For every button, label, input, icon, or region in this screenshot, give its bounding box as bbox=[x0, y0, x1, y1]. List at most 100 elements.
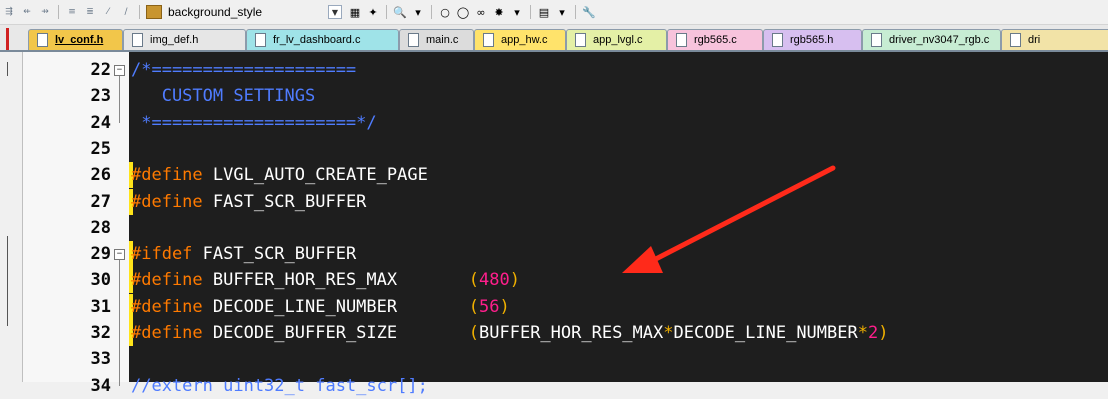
folder-icon bbox=[146, 5, 162, 19]
file-tab-bar: lv_conf.h img_def.h fr_lv_dashboard.c main.… bbox=[0, 25, 1108, 52]
code-token: ) bbox=[499, 296, 510, 317]
code-line[interactable]: /*==================== bbox=[131, 57, 356, 83]
tab-file[interactable]: img_def.h bbox=[123, 29, 246, 50]
code-token: *====================*/ bbox=[131, 112, 377, 133]
link-icon[interactable]: ∞ bbox=[472, 4, 490, 20]
line-number: 29 bbox=[90, 244, 111, 265]
code-line[interactable]: #define FAST_SCR_BUFFER bbox=[131, 189, 366, 215]
document-icon bbox=[575, 33, 586, 47]
code-line[interactable]: #define LVGL_AUTO_CREATE_PAGE bbox=[131, 162, 428, 188]
document-icon bbox=[132, 33, 143, 47]
toolbar-separator bbox=[139, 5, 140, 19]
chevron-down-icon[interactable]: ▾ bbox=[553, 4, 571, 20]
code-token: CUSTOM SETTINGS bbox=[131, 86, 316, 107]
toolbar-separator bbox=[530, 5, 531, 19]
line-number: 31 bbox=[90, 296, 111, 317]
line-number: 27 bbox=[90, 191, 111, 212]
code-line[interactable]: //extern uint32_t fast_scr[]; bbox=[131, 373, 428, 399]
code-line[interactable]: #define DECODE_BUFFER_SIZE (BUFFER_HOR_R… bbox=[131, 320, 888, 346]
list-alt-icon[interactable]: ≣ bbox=[84, 6, 96, 18]
code-token: DECODE_BUFFER_SIZE bbox=[202, 323, 469, 343]
code-token: LVGL_AUTO_CREATE_PAGE bbox=[202, 165, 428, 186]
code-token: 2 bbox=[867, 323, 879, 343]
line-number: 23 bbox=[90, 86, 111, 107]
outdent-icon[interactable]: ⇷ bbox=[21, 6, 33, 18]
tab-file[interactable]: rgb565.h bbox=[763, 29, 862, 50]
document-icon bbox=[1010, 33, 1021, 47]
chevron-down-icon[interactable]: ▾ bbox=[508, 4, 526, 20]
fold-guide bbox=[119, 260, 120, 386]
tab-file[interactable]: driver_nv3047_rgb.c bbox=[862, 29, 1001, 50]
code-area[interactable]: 22−/*==================== 23 CUSTOM SETTI… bbox=[22, 52, 1108, 396]
code-token: #define bbox=[131, 270, 203, 291]
wrench-icon[interactable]: 🔧 bbox=[580, 4, 598, 20]
tab-file[interactable]: main.c bbox=[399, 29, 474, 50]
debug-icon[interactable]: ✸ bbox=[490, 4, 508, 20]
tab-file[interactable]: app_hw.c bbox=[474, 29, 566, 50]
view-icon[interactable]: ▤ bbox=[535, 4, 553, 20]
document-icon bbox=[483, 33, 494, 47]
tab-label: app_hw.c bbox=[501, 34, 548, 46]
splitter[interactable] bbox=[0, 52, 12, 382]
list-icon[interactable]: ≡ bbox=[66, 6, 78, 18]
uncomment-icon[interactable]: ∕ bbox=[120, 6, 132, 18]
code-token: ( bbox=[468, 270, 480, 291]
code-token: BUFFER_HOR_RES_MAX bbox=[202, 270, 469, 291]
fold-toggle-icon[interactable]: − bbox=[114, 65, 125, 76]
code-token: 480 bbox=[479, 270, 510, 291]
code-token: ( bbox=[468, 323, 480, 343]
code-token: //extern uint32_t fast_scr[]; bbox=[131, 375, 428, 396]
document-icon bbox=[772, 33, 783, 47]
tool-icon[interactable]: ✦ bbox=[364, 4, 382, 20]
document-icon bbox=[871, 33, 882, 47]
chevron-down-icon[interactable]: ▼ bbox=[328, 5, 342, 19]
tab-file[interactable]: app_lvgl.c bbox=[566, 29, 667, 50]
line-number: 22 bbox=[90, 60, 111, 80]
code-token: FAST_SCR_BUFFER bbox=[192, 244, 357, 265]
tab-label: driver_nv3047_rgb.c bbox=[889, 34, 990, 46]
code-token: ) bbox=[878, 323, 889, 343]
document-icon bbox=[408, 33, 419, 47]
tab-label: rgb565.c bbox=[694, 34, 737, 46]
comment-icon[interactable]: ⁄ bbox=[102, 6, 114, 18]
code-token: #define bbox=[131, 191, 203, 212]
window-icon[interactable]: ▦ bbox=[346, 4, 364, 20]
code-line[interactable]: #define DECODE_LINE_NUMBER (56) bbox=[131, 294, 510, 320]
code-token: * bbox=[857, 323, 868, 343]
code-line[interactable]: #define BUFFER_HOR_RES_MAX (480) bbox=[131, 267, 520, 293]
tab-label: app_lvgl.c bbox=[593, 34, 643, 46]
code-line[interactable]: #ifdef FAST_SCR_BUFFER bbox=[131, 241, 356, 267]
indent-icon[interactable]: ⇶ bbox=[3, 6, 15, 18]
code-token: BUFFER_HOR_RES_MAX bbox=[479, 323, 664, 343]
line-number: 28 bbox=[90, 217, 111, 238]
code-token: DECODE_LINE_NUMBER bbox=[673, 323, 858, 343]
tab-file[interactable]: dri bbox=[1001, 29, 1108, 50]
style-combo[interactable]: background_style ▼ bbox=[146, 3, 346, 21]
code-token: /*==================== bbox=[131, 60, 357, 80]
code-token: ( bbox=[468, 296, 480, 317]
search-icon[interactable]: 🔍 bbox=[391, 4, 409, 20]
toolbar-separator bbox=[431, 5, 432, 19]
tab-label: main.c bbox=[426, 34, 459, 46]
indent-block-icon[interactable]: ⇸ bbox=[39, 6, 51, 18]
tab-label: lv_conf.h bbox=[55, 34, 104, 46]
code-line[interactable]: *====================*/ bbox=[131, 110, 377, 136]
code-token: #define bbox=[131, 296, 203, 317]
toolbar-separator bbox=[58, 5, 59, 19]
tab-label: fr_lv_dashboard.c bbox=[273, 34, 361, 46]
circle-icon[interactable]: ○ bbox=[436, 4, 454, 20]
tab-file[interactable]: lv_conf.h bbox=[28, 29, 123, 50]
chevron-down-icon[interactable]: ▾ bbox=[409, 4, 427, 20]
tab-file[interactable]: fr_lv_dashboard.c bbox=[246, 29, 399, 50]
fold-margin[interactable] bbox=[113, 52, 129, 382]
line-number: 32 bbox=[90, 323, 111, 343]
document-icon bbox=[676, 33, 687, 47]
circle-outline-icon[interactable]: ◯ bbox=[454, 4, 472, 20]
fold-guide bbox=[119, 76, 120, 123]
code-token: #define bbox=[131, 323, 203, 343]
tab-file[interactable]: rgb565.c bbox=[667, 29, 763, 50]
fold-toggle-icon[interactable]: − bbox=[114, 249, 125, 261]
line-number: 34 bbox=[90, 375, 111, 396]
tab-label: dri bbox=[1028, 34, 1041, 46]
code-line[interactable]: CUSTOM SETTINGS bbox=[131, 83, 316, 109]
